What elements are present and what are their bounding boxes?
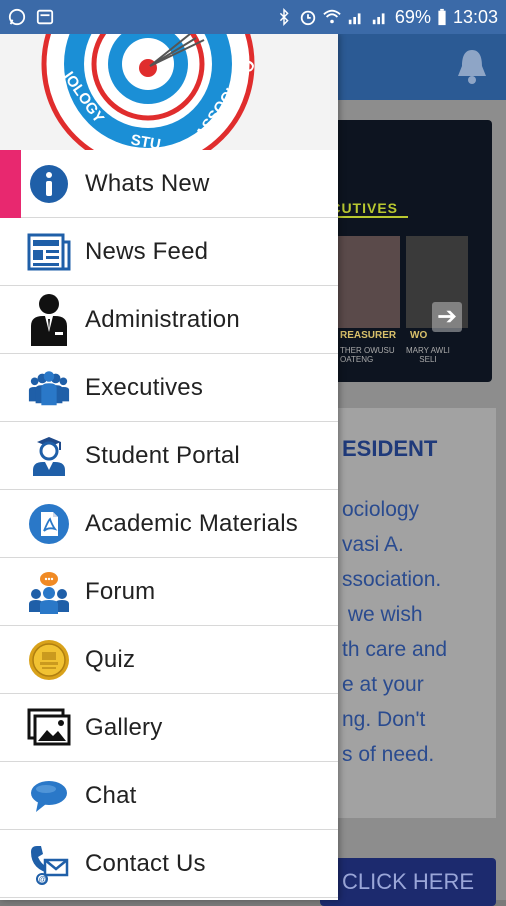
newspaper-icon: [27, 230, 71, 274]
executive-photo: [338, 236, 400, 328]
menu-item-news-feed[interactable]: News Feed: [0, 218, 338, 286]
graduate-icon: [27, 434, 71, 478]
coin-icon: [27, 638, 71, 682]
contact-icon: @: [27, 842, 71, 886]
menu-item-label: News Feed: [85, 237, 209, 265]
menu-item-administration[interactable]: Administration: [0, 286, 338, 354]
menu-item-label: Student Portal: [85, 441, 240, 469]
menu-item-label: Whats New: [85, 169, 210, 197]
bell-icon[interactable]: [454, 46, 490, 86]
forum-icon: [27, 570, 71, 614]
wifi-icon: [323, 9, 341, 24]
menu-item-contact-us[interactable]: @ Contact Us: [0, 830, 338, 898]
signal-icon: [372, 13, 385, 25]
executive-name: MARY AWLI SELI: [406, 346, 450, 364]
executives-carousel[interactable]: ECUTIVES REASURER WO THER OWUSU OATENG M…: [320, 120, 492, 382]
bluetooth-icon: [279, 8, 289, 26]
menu-item-forum[interactable]: Forum: [0, 558, 338, 626]
clock: 13:03: [452, 6, 498, 27]
chat-icon: [27, 774, 71, 818]
signal-icon: [348, 13, 361, 25]
menu-item-chat[interactable]: Chat: [0, 762, 338, 830]
pdf-icon: [27, 502, 71, 546]
drawer-header: IOLOGY STU ASSOCIATIO: [0, 34, 338, 150]
svg-text:@: @: [39, 875, 47, 884]
next-arrow-icon[interactable]: ➔: [432, 302, 462, 332]
battery-icon: [438, 8, 446, 26]
association-logo: IOLOGY STU ASSOCIATIO: [41, 34, 259, 150]
menu-item-quiz[interactable]: Quiz: [0, 626, 338, 694]
click-here-button[interactable]: CLICK HERE: [320, 858, 496, 906]
menu-item-label: Academic Materials: [85, 509, 299, 537]
menu-item-label: Chat: [85, 781, 137, 809]
menu-item-executives[interactable]: Executives: [0, 354, 338, 422]
menu-item-student-portal[interactable]: Student Portal: [0, 422, 338, 490]
menu-item-gallery[interactable]: Gallery: [0, 694, 338, 762]
president-card: ESIDENT ociology vasi A. ssociation. we …: [320, 408, 496, 818]
gallery-icon: [27, 706, 71, 750]
navigation-drawer: IOLOGY STU ASSOCIATIO Whats New News Fee…: [0, 34, 338, 900]
menu-item-label: Contact Us: [85, 849, 206, 877]
whatsapp-icon: [8, 8, 26, 26]
menu-item-label: Forum: [85, 577, 156, 605]
menu-item-label: Quiz: [85, 645, 136, 673]
group-icon: [27, 366, 71, 410]
menu-item-label: Gallery: [85, 713, 163, 741]
president-message: ociology vasi A. ssociation. we wish th …: [342, 498, 448, 766]
executive-role: REASURER: [340, 330, 397, 341]
notification-icon: [36, 9, 54, 25]
executive-name: THER OWUSU OATENG: [340, 346, 395, 364]
alarm-icon: [300, 10, 316, 26]
admin-icon: [27, 293, 71, 346]
status-bar: 69% 13:03: [0, 0, 506, 34]
menu-item-whats-new[interactable]: Whats New: [0, 150, 338, 218]
info-icon: [27, 162, 71, 206]
menu-item-academic-materials[interactable]: Academic Materials: [0, 490, 338, 558]
menu-item-label: Executives: [85, 373, 204, 401]
executive-role: WO: [410, 330, 428, 341]
battery-percent: 69%: [394, 6, 431, 27]
menu-item-label: Administration: [85, 305, 240, 333]
drawer-menu: Whats New News Feed Administration Execu…: [0, 150, 338, 898]
president-heading: ESIDENT: [342, 436, 438, 461]
